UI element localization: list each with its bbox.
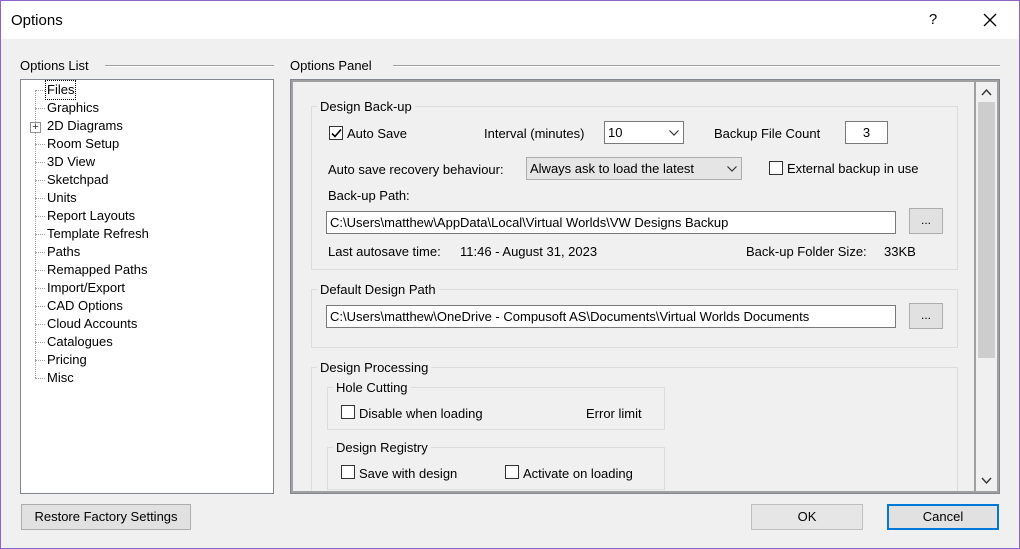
options-list-divider [105,65,274,67]
auto-save-label: Auto Save [347,126,407,141]
backup-browse-button[interactable]: ... [909,208,943,234]
cancel-button[interactable]: Cancel [887,504,999,530]
tree-item-misc[interactable]: Misc [46,369,75,387]
tree-item-2d-diagrams[interactable]: 2D Diagrams [46,117,124,135]
external-backup-checkbox[interactable] [769,161,783,175]
tree-branch [35,360,45,361]
activate-loading-label: Activate on loading [523,466,633,481]
close-icon [983,13,997,27]
tree-item-room-setup[interactable]: Room Setup [46,135,120,153]
options-dialog: Options ? Options List + Files Graphics … [0,0,1020,549]
activate-loading-checkbox[interactable] [505,465,519,479]
title-bar: Options ? [1,1,1019,39]
options-panel-content: Design Back-up Auto Save Interval (minut… [293,82,974,491]
tree-item-3d-view[interactable]: 3D View [46,153,96,171]
tree-item-units[interactable]: Units [46,189,78,207]
default-path-browse-button[interactable]: ... [909,303,943,329]
options-tree[interactable]: + Files Graphics 2D Diagrams Room Setup … [20,79,274,494]
options-list-label: Options List [20,58,95,73]
tree-branch [35,180,45,181]
options-panel-divider [393,65,1000,67]
close-button[interactable] [973,2,1007,38]
backup-count-input[interactable]: 3 [845,121,888,144]
tree-item-graphics[interactable]: Graphics [46,99,100,117]
tree-branch [35,198,45,199]
disable-loading-checkbox[interactable] [341,405,355,419]
tree-item-files[interactable]: Files [44,80,77,100]
last-autosave-label: Last autosave time: [328,244,441,259]
tree-branch [35,108,45,109]
auto-save-checkbox[interactable] [329,126,343,140]
folder-size-label: Back-up Folder Size: [746,244,867,259]
tree-branch [35,90,45,91]
tree-item-paths[interactable]: Paths [46,243,81,261]
options-panel-label: Options Panel [290,58,378,73]
tree-item-report-layouts[interactable]: Report Layouts [46,207,136,225]
save-with-design-label: Save with design [359,466,458,481]
tree-branch [35,270,45,271]
tree-branch [35,234,45,235]
backup-path-label: Back-up Path: [328,188,410,203]
interval-select[interactable]: 10 [604,121,684,144]
scroll-up-icon[interactable] [980,86,993,99]
design-registry-legend: Design Registry [333,440,431,455]
recovery-label: Auto save recovery behaviour: [328,162,504,177]
backup-count-label: Backup File Count [714,126,821,141]
tree-branch [35,162,45,163]
tree-branch [35,378,45,379]
tree-item-pricing[interactable]: Pricing [46,351,88,369]
tree-item-import-export[interactable]: Import/Export [46,279,126,297]
tree-item-remapped-paths[interactable]: Remapped Paths [46,261,148,279]
restore-factory-settings-button[interactable]: Restore Factory Settings [21,504,191,530]
options-panel: Design Back-up Auto Save Interval (minut… [290,79,1000,494]
disable-loading-label: Disable when loading [359,406,483,421]
help-button[interactable]: ? [919,2,947,38]
tree-branch [35,288,45,289]
tree-branch [35,216,45,217]
backup-path-input[interactable]: C:\Users\matthew\AppData\Local\Virtual W… [326,211,896,234]
save-with-design-checkbox[interactable] [341,465,355,479]
error-limit-label: Error limit [586,406,642,421]
ok-button[interactable]: OK [751,504,863,530]
default-path-legend: Default Design Path [317,282,439,297]
tree-item-cloud-accounts[interactable]: Cloud Accounts [46,315,138,333]
panel-scrollbar[interactable] [976,82,997,491]
tree-branch [35,342,45,343]
tree-item-cad-options[interactable]: CAD Options [46,297,124,315]
expand-icon[interactable]: + [30,122,41,133]
default-path-input[interactable]: C:\Users\matthew\OneDrive - Compusoft AS… [326,305,896,328]
tree-branch [35,306,45,307]
folder-size-value: 33KB [884,244,916,259]
interval-label: Interval (minutes) [484,126,585,141]
scroll-thumb[interactable] [978,102,995,358]
scroll-down-icon[interactable] [980,474,993,487]
recovery-value: Always ask to load the latest [530,161,695,176]
interval-value: 10 [608,125,623,140]
tree-item-catalogues[interactable]: Catalogues [46,333,114,351]
external-backup-label: External backup in use [787,161,919,176]
checkmark-icon [331,128,342,138]
tree-item-template-refresh[interactable]: Template Refresh [46,225,150,243]
tree-branch [35,252,45,253]
last-autosave-value: 11:46 - August 31, 2023 [460,244,598,259]
design-backup-legend: Design Back-up [317,99,415,114]
tree-branch [35,324,45,325]
tree-branch [35,144,45,145]
hole-cutting-legend: Hole Cutting [333,380,411,395]
window-title: Options [11,12,63,29]
design-processing-legend: Design Processing [317,360,432,375]
chevron-down-icon [669,130,679,136]
tree-item-sketchpad[interactable]: Sketchpad [46,171,109,189]
recovery-select[interactable]: Always ask to load the latest [526,157,742,180]
chevron-down-icon [727,166,737,172]
